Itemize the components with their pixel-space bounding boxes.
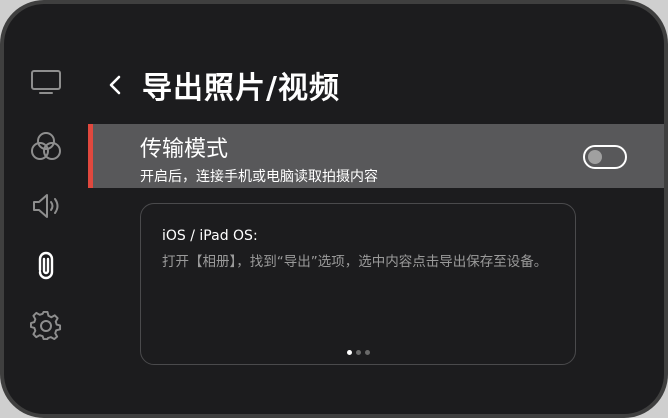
sidebar-item-transfer[interactable] bbox=[26, 248, 66, 284]
speaker-icon bbox=[33, 194, 59, 218]
header: 导出照片/视频 bbox=[104, 60, 340, 110]
screen: 导出照片/视频 传输模式 开启后，连接手机或电脑读取拍摄内容 iOS / iPa… bbox=[4, 4, 664, 414]
sidebar-item-display[interactable] bbox=[26, 64, 66, 100]
page-indicator[interactable] bbox=[141, 350, 575, 355]
card-text: 打开【相册】，找到“导出”选项，选中内容点击导出保存至设备。 bbox=[162, 254, 548, 270]
page-dot-1[interactable] bbox=[346, 350, 352, 355]
sidebar-item-sound[interactable] bbox=[26, 188, 66, 224]
color-circles-icon bbox=[31, 132, 61, 160]
transfer-mode-description: 开启后，连接手机或电脑读取拍摄内容 bbox=[140, 169, 378, 185]
sidebar-item-color[interactable] bbox=[26, 128, 66, 164]
card-heading: iOS / iPad OS: bbox=[162, 228, 258, 244]
transfer-mode-title: 传输模式 bbox=[140, 137, 229, 162]
back-button[interactable] bbox=[104, 69, 126, 101]
page-title: 导出照片/视频 bbox=[142, 71, 340, 106]
paperclip-icon bbox=[38, 251, 54, 280]
sidebar-item-settings[interactable] bbox=[26, 308, 66, 344]
device-frame: 导出照片/视频 传输模式 开启后，连接手机或电脑读取拍摄内容 iOS / iPa… bbox=[0, 0, 668, 418]
transfer-mode-row[interactable]: 传输模式 开启后，连接手机或电脑读取拍摄内容 bbox=[88, 124, 664, 188]
selection-indicator bbox=[88, 124, 93, 188]
chevron-left-icon bbox=[109, 75, 121, 95]
page-dot-3[interactable] bbox=[364, 350, 370, 355]
monitor-icon bbox=[31, 70, 61, 94]
instruction-card[interactable]: iOS / iPad OS: 打开【相册】，找到“导出”选项，选中内容点击导出保… bbox=[140, 203, 576, 365]
sidebar bbox=[4, 4, 88, 414]
transfer-mode-toggle[interactable] bbox=[583, 145, 627, 169]
page-dot-2[interactable] bbox=[355, 350, 361, 355]
gear-icon bbox=[30, 310, 62, 341]
toggle-knob bbox=[588, 150, 602, 164]
